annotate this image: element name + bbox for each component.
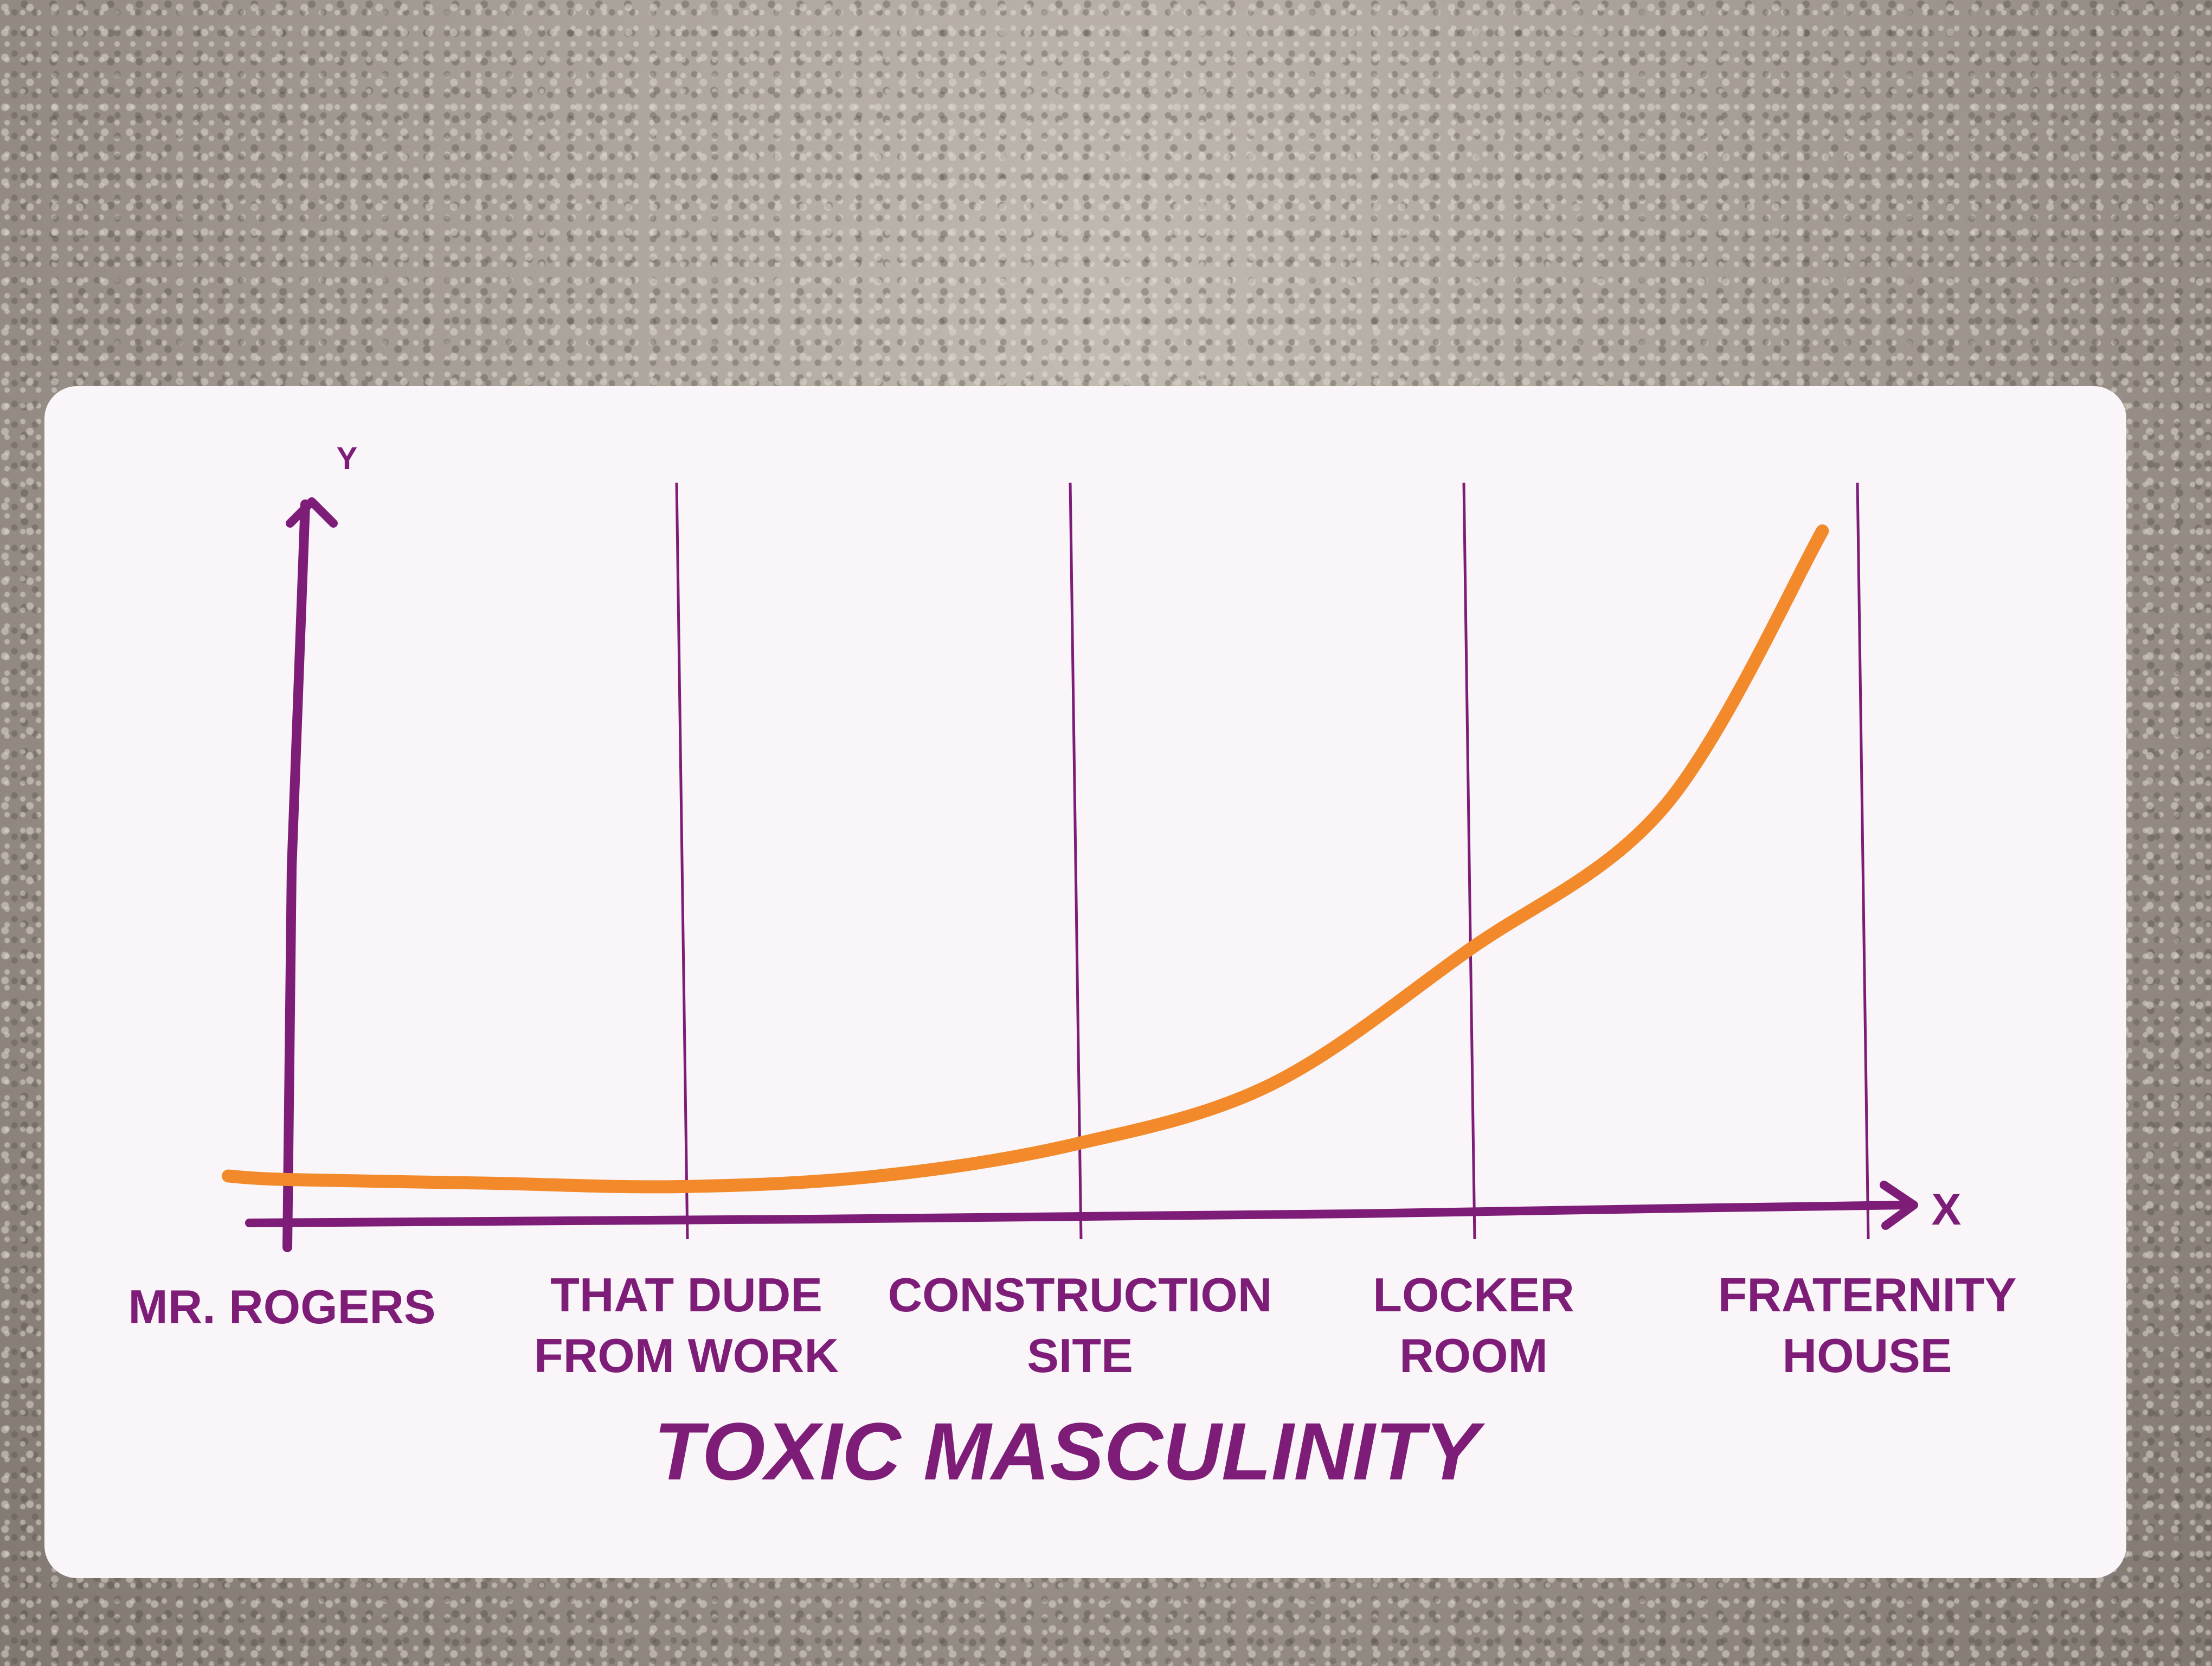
tick-label-0: MR. ROGERS: [128, 1280, 435, 1334]
card-background: [44, 386, 2126, 1578]
y-axis-letter: Y: [337, 441, 358, 476]
x-axis-letter: X: [1932, 1185, 1962, 1234]
chart-card: MR. ROGERS THAT DUDE FROM WORKCONSTRUCTION…: [44, 386, 2126, 1578]
x-axis-title: TOXIC MASCULINITY: [654, 1406, 1486, 1497]
